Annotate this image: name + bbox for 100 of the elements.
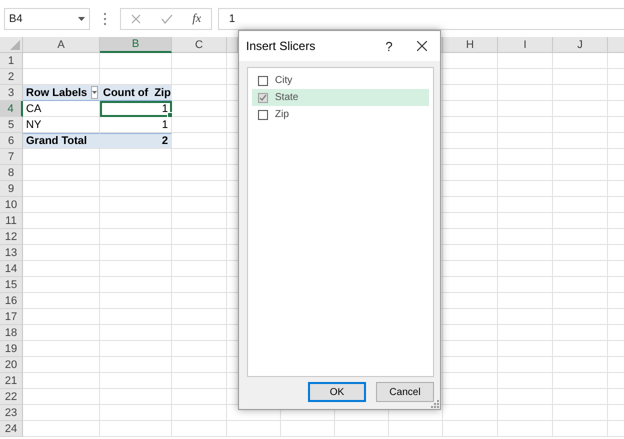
cancel-icon[interactable] (130, 14, 141, 24)
grid-cell (443, 405, 498, 421)
grid-cell (553, 197, 608, 213)
row-header[interactable]: 16 (0, 293, 23, 309)
grid-cell (100, 277, 172, 293)
table-cell: 2 (100, 133, 172, 149)
row-header[interactable]: 8 (0, 165, 23, 181)
checkmark-icon (259, 94, 267, 102)
grid-cell (389, 421, 443, 437)
column-header[interactable]: H (443, 37, 498, 53)
row-header[interactable]: 5 (0, 117, 23, 133)
grid-cell (443, 69, 498, 85)
table-cell: NY (23, 117, 100, 133)
row-header[interactable]: 7 (0, 149, 23, 165)
column-header[interactable]: A (23, 37, 100, 53)
grid-cell (281, 421, 335, 437)
grid-cell (443, 245, 498, 261)
field-item[interactable]: City (252, 72, 429, 89)
column-header[interactable]: B (100, 37, 172, 53)
grid-cell (498, 405, 553, 421)
grid-cell (498, 341, 553, 357)
dialog-button[interactable]: Cancel (376, 382, 434, 402)
grid-cell (498, 197, 553, 213)
grid-cell (100, 149, 172, 165)
grid-cell (335, 421, 389, 437)
column-header[interactable]: I (498, 37, 553, 53)
row-header[interactable]: 24 (0, 421, 23, 437)
grid-cell (553, 357, 608, 373)
grid-cell (172, 421, 227, 437)
grid-cell (498, 181, 553, 197)
row-header[interactable]: 18 (0, 325, 23, 341)
triangle-icon (10, 40, 20, 50)
formula-field[interactable]: 1 (218, 8, 624, 30)
table-cell: 1 (100, 117, 172, 133)
row-header[interactable]: 20 (0, 357, 23, 373)
column-header[interactable] (227, 37, 238, 53)
filter-button[interactable] (91, 86, 98, 99)
grid-cell (443, 277, 498, 293)
row-header[interactable]: 3 (0, 85, 23, 101)
grid-cell (498, 261, 553, 277)
insert-function-button[interactable]: fx (192, 11, 202, 26)
row-header[interactable]: 12 (0, 229, 23, 245)
row-header[interactable]: 15 (0, 277, 23, 293)
column-header[interactable]: C (172, 37, 227, 53)
grid-cell (100, 325, 172, 341)
row-header[interactable]: 6 (0, 133, 23, 149)
row-header[interactable]: 13 (0, 245, 23, 261)
row-header[interactable]: 2 (0, 69, 23, 85)
row-header[interactable]: 11 (0, 213, 23, 229)
grid-cell (443, 357, 498, 373)
grid-cell (553, 325, 608, 341)
grid-cell (443, 373, 498, 389)
table-cell: CA (23, 101, 100, 117)
row-header[interactable]: 14 (0, 261, 23, 277)
row-header[interactable]: 19 (0, 341, 23, 357)
drag-handle-icon[interactable] (104, 12, 106, 24)
row-header[interactable]: 10 (0, 197, 23, 213)
row-header[interactable]: 22 (0, 389, 23, 405)
grid-cell (553, 341, 608, 357)
grid-cell (498, 53, 553, 69)
grid-cell (553, 69, 608, 85)
checkbox[interactable] (258, 76, 268, 86)
grid-cell (553, 53, 608, 69)
grid-cell (553, 261, 608, 277)
grid-cell (100, 309, 172, 325)
resize-grip-icon[interactable] (431, 400, 439, 408)
cell-text: Row Labels (26, 86, 88, 98)
grid-cell (443, 165, 498, 181)
help-button[interactable]: ? (374, 31, 404, 61)
enter-check-icon[interactable] (160, 14, 173, 24)
row-header[interactable]: 17 (0, 309, 23, 325)
grid-cell (100, 341, 172, 357)
row-header[interactable]: 21 (0, 373, 23, 389)
grid-cell (443, 293, 498, 309)
row-header[interactable]: 4 (0, 101, 23, 117)
close-icon (417, 41, 427, 51)
grid-cell (553, 133, 608, 149)
grid-cell (100, 421, 172, 437)
column-header[interactable]: J (553, 37, 608, 53)
grid-cell (553, 101, 608, 117)
grid-cell (498, 325, 553, 341)
checkbox[interactable] (258, 110, 268, 120)
row-header[interactable]: 23 (0, 405, 23, 421)
field-item[interactable]: Zip (252, 106, 429, 123)
grid-cell (498, 389, 553, 405)
dialog-button[interactable]: OK (308, 382, 366, 402)
row-header[interactable]: 9 (0, 181, 23, 197)
grid-cell (498, 69, 553, 85)
grid-cell (553, 213, 608, 229)
grid-cell (100, 53, 172, 69)
grid-cell (443, 213, 498, 229)
row-header[interactable]: 1 (0, 53, 23, 69)
dialog-title: Insert Slicers (246, 39, 316, 53)
grid-cell (553, 309, 608, 325)
grid-cell (100, 213, 172, 229)
grid-cell (172, 405, 227, 421)
name-box[interactable]: B4 (4, 8, 90, 30)
grid-cell (553, 389, 608, 405)
grid-cell (498, 309, 553, 325)
grid-cell (443, 133, 498, 149)
